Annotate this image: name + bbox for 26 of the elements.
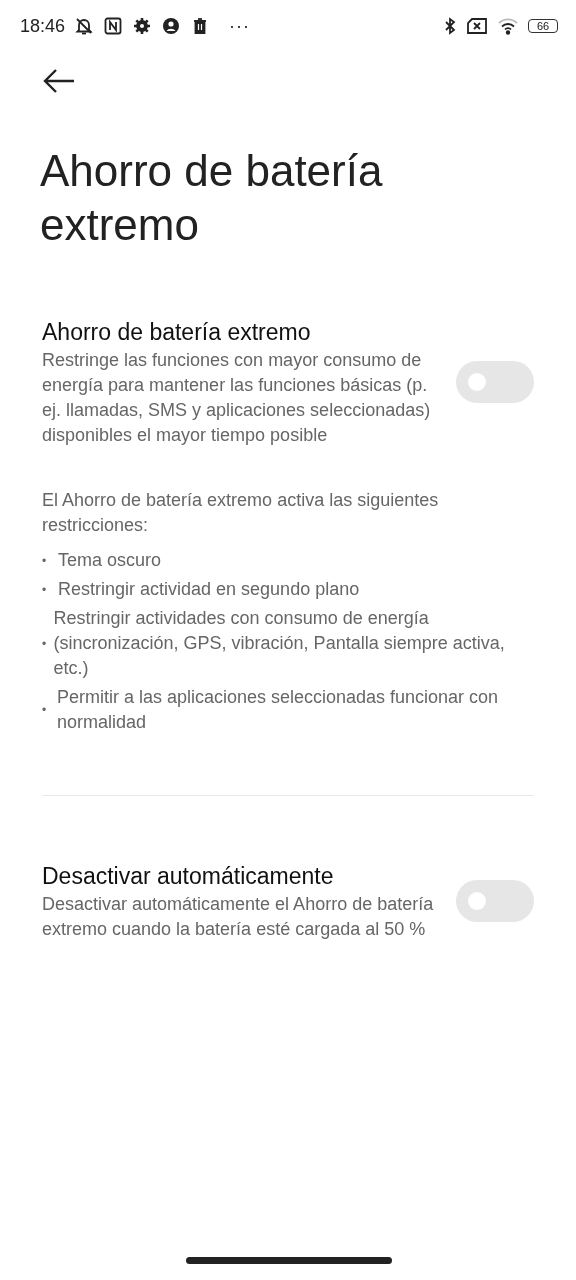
bullet: • [42,582,48,597]
bullet: • [42,553,48,568]
more-indicator: ··· [229,15,251,37]
bullet: • [42,703,48,717]
restriction-item: Restringir actividad en segundo plano [58,578,360,601]
toggle-switch[interactable] [456,361,534,403]
toggle-switch[interactable] [456,880,534,922]
status-time: 18:46 [20,15,66,37]
setting-title: Desactivar automáticamente [42,862,335,891]
restrictions-intro: El Ahorro de batería extremo activa las siguientes restricciones: [42,489,440,537]
account-icon [161,16,182,36]
battery-indicator: 66 [528,19,558,33]
settings-icon [132,16,153,36]
setting-title: Ahorro de batería extremo [42,318,312,347]
setting-description: Desactivar automáticamente el Ahorro de batería extremo cuando la batería esté cargada al 50 % [42,893,435,941]
nfc-icon [103,16,124,36]
page-title: Ahorro de batería extremo [40,145,384,251]
restriction-item: Permitir a las aplicaciones seleccionadas funcionar con normalidad [56,686,500,734]
muted-bell-icon [74,16,95,36]
bluetooth-icon [443,16,457,36]
bullet: • [42,636,48,651]
setting-description: Restringe las funciones con mayor consumo de energía para mantener las funciones básicas (p. ej. llamadas, SMS y aplicaciones seleccionadas) disponibles el mayor tiempo posible [42,349,432,447]
restriction-item: Tema oscuro [58,549,162,572]
no-sim-icon [466,16,488,36]
restriction-item: Restringir actividades con consumo de energía (sincronización, GPS, vibración, Pantalla siempre activa, etc.) [53,607,506,680]
wifi-icon [497,16,519,36]
